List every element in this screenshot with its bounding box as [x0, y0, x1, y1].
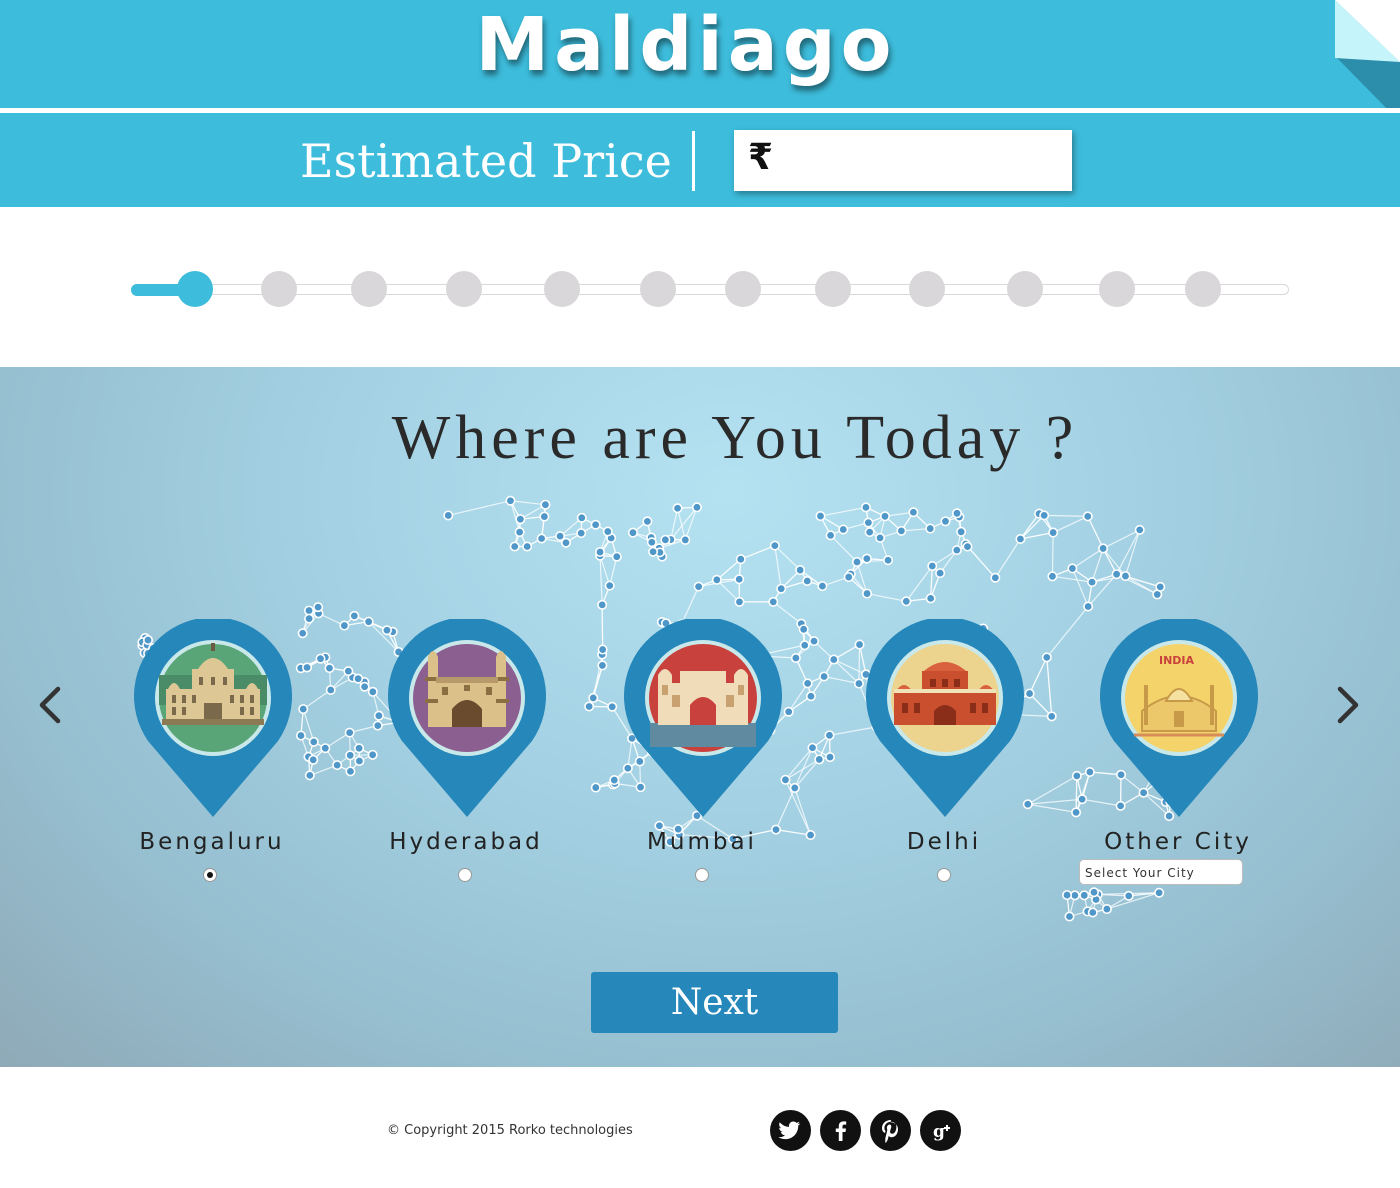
progress-step-12[interactable]	[1185, 271, 1221, 307]
bengaluru-pin-icon	[134, 619, 292, 817]
page-title: Where are You Today ?	[391, 404, 1079, 472]
header-bar: Maldiago	[0, 0, 1400, 108]
india-pin-icon	[1100, 619, 1258, 817]
delhi-radio[interactable]	[937, 868, 951, 882]
price-bar: Estimated Price ₹	[0, 113, 1400, 207]
city-label: Delhi	[906, 829, 982, 855]
svg-text:g: g	[933, 1122, 945, 1142]
city-label: Mumbai	[647, 829, 757, 855]
city-option-other-city[interactable]: Other City Select Your City INDIA	[1079, 617, 1273, 887]
progress-step-1[interactable]	[177, 271, 213, 307]
city-label: Other City	[1104, 829, 1252, 855]
progress-step-10[interactable]	[1007, 271, 1043, 307]
city-option-hyderabad[interactable]: Hyderabad	[371, 617, 561, 887]
hyderabad-radio[interactable]	[458, 868, 472, 882]
page-fold-icon	[1335, 0, 1400, 122]
india-badge: INDIA	[1159, 654, 1195, 667]
mumbai-pin-icon	[624, 619, 782, 817]
pinterest-icon[interactable]	[870, 1110, 911, 1151]
city-option-mumbai[interactable]: Mumbai	[607, 617, 797, 887]
progress-step-5[interactable]	[544, 271, 580, 307]
previous-arrow-icon[interactable]	[36, 683, 66, 727]
city-option-bengaluru[interactable]: Bengaluru	[117, 617, 307, 887]
progress-step-2[interactable]	[261, 271, 297, 307]
google-plus-icon[interactable]: g	[920, 1110, 961, 1151]
progress-step-7[interactable]	[725, 271, 761, 307]
city-label: Bengaluru	[139, 829, 285, 855]
rupee-icon: ₹	[748, 137, 774, 178]
facebook-icon[interactable]	[820, 1110, 861, 1151]
estimated-price-field[interactable]: ₹	[734, 130, 1072, 191]
next-button[interactable]: Next	[591, 972, 838, 1033]
copyright-text: © Copyright 2015 Rorko technologies	[387, 1123, 633, 1138]
progress-stepper	[131, 271, 1289, 307]
progress-step-4[interactable]	[446, 271, 482, 307]
price-separator	[692, 131, 695, 191]
progress-step-9[interactable]	[909, 271, 945, 307]
hyderabad-pin-icon	[388, 619, 546, 817]
select-your-city-dropdown[interactable]: Select Your City	[1079, 859, 1243, 885]
price-label: Estimated Price	[300, 134, 672, 188]
next-arrow-icon[interactable]	[1332, 683, 1362, 727]
progress-step-6[interactable]	[640, 271, 676, 307]
city-option-delhi[interactable]: Delhi	[849, 617, 1039, 887]
bengaluru-radio[interactable]	[203, 868, 217, 882]
mumbai-radio[interactable]	[695, 868, 709, 882]
city-label: Hyderabad	[389, 829, 543, 855]
progress-step-8[interactable]	[815, 271, 851, 307]
delhi-pin-icon	[866, 619, 1024, 817]
progress-step-3[interactable]	[351, 271, 387, 307]
brand-logo: Maldiago	[475, 2, 897, 88]
twitter-icon[interactable]	[770, 1110, 811, 1151]
city-selection-panel: Where are You Today ? Bengaluru Hyderaba…	[0, 367, 1400, 1067]
progress-step-11[interactable]	[1099, 271, 1135, 307]
